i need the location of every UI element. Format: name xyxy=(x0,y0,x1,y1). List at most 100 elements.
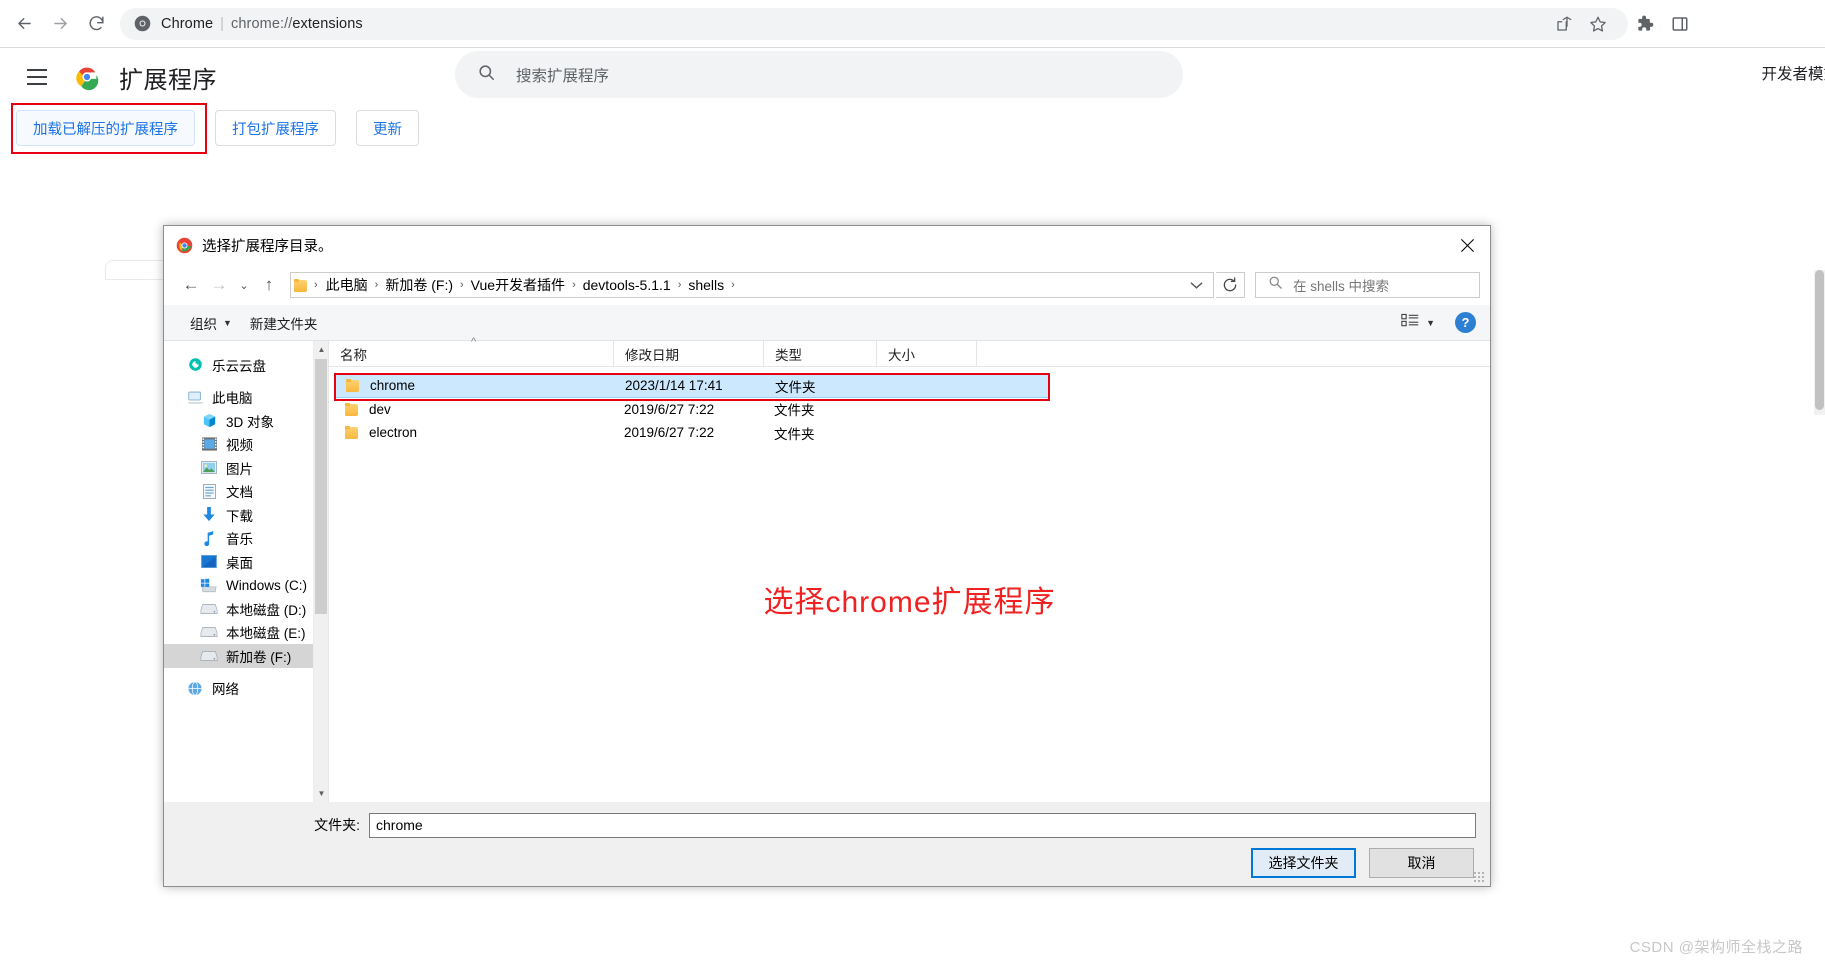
share-icon[interactable] xyxy=(1548,8,1580,40)
select-folder-button[interactable]: 选择文件夹 xyxy=(1251,848,1356,878)
extensions-action-buttons: 加载已解压的扩展程序 打包扩展程序 更新 xyxy=(16,110,419,146)
desktop-icon xyxy=(200,553,218,570)
omnibox-trailing-icons xyxy=(1548,8,1614,40)
navigation-pane-scrollbar[interactable]: ▲ ▼ xyxy=(313,341,328,802)
omnibox-text: Chrome | chrome://extensions xyxy=(161,16,363,32)
dialog-back-icon[interactable]: ← xyxy=(178,272,204,298)
search-icon xyxy=(1268,275,1283,295)
browser-nav-buttons xyxy=(6,6,114,42)
breadcrumb-item-4[interactable]: shells xyxy=(684,277,728,293)
breadcrumb-sep-1: › xyxy=(457,279,467,291)
change-view-button[interactable]: ▼ xyxy=(1395,310,1441,336)
organize-button[interactable]: 组织 ▼ xyxy=(181,309,241,337)
scroll-down-icon[interactable]: ▼ xyxy=(314,785,329,802)
column-header-type[interactable]: 类型 xyxy=(764,341,877,367)
omnibox[interactable]: Chrome | chrome://extensions xyxy=(120,8,1628,40)
chrome-logo-icon xyxy=(72,62,102,92)
tree-item-network[interactable]: 网络 xyxy=(164,677,328,701)
close-icon[interactable] xyxy=(1444,226,1490,265)
video-icon xyxy=(200,436,218,453)
tree-item-downloads[interactable]: 下载 xyxy=(164,503,328,527)
dialog-recent-locations-icon[interactable]: ⌄ xyxy=(234,272,254,298)
tree-item-local-disk-d[interactable]: 本地磁盘 (D:) xyxy=(164,597,328,621)
table-row[interactable]: dev 2019/6/27 7:22 文件夹 xyxy=(334,398,1050,422)
pack-extension-button[interactable]: 打包扩展程序 xyxy=(215,110,336,146)
windows-drive-icon xyxy=(200,577,218,594)
dialog-search-input[interactable]: 在 shells 中搜索 xyxy=(1255,272,1480,298)
drive-icon xyxy=(200,647,218,664)
tree-item-3d-objects[interactable]: 3D 对象 xyxy=(164,409,328,433)
tree-item-this-pc[interactable]: 此电脑 xyxy=(164,386,328,410)
column-header-size[interactable]: 大小 xyxy=(877,341,977,367)
back-icon[interactable] xyxy=(6,6,42,42)
file-modified: 2023/1/14 17:41 xyxy=(614,378,764,393)
screen: Chrome | chrome://extensions xyxy=(0,0,1825,969)
navigation-pane: 乐云云盘 此电脑 3D 对象 xyxy=(164,341,329,802)
load-unpacked-button[interactable]: 加载已解压的扩展程序 xyxy=(16,110,195,146)
scroll-up-icon[interactable]: ▲ xyxy=(314,341,329,358)
tree-item-label: 3D 对象 xyxy=(226,411,274,431)
scrollbar-thumb[interactable] xyxy=(315,359,327,614)
document-icon xyxy=(200,483,218,500)
file-type: 文件夹 xyxy=(764,376,877,396)
star-icon[interactable] xyxy=(1582,8,1614,40)
tree-spacer xyxy=(164,377,328,386)
breadcrumb-item-0[interactable]: 此电脑 xyxy=(322,275,372,295)
refresh-icon[interactable] xyxy=(1216,272,1245,298)
download-icon xyxy=(200,506,218,523)
breadcrumb-item-1[interactable]: 新加卷 (F:) xyxy=(381,275,457,295)
page-scrollbar[interactable] xyxy=(1814,270,1825,415)
tree-item-cloud-disk[interactable]: 乐云云盘 xyxy=(164,353,328,377)
file-modified: 2019/6/27 7:22 xyxy=(613,425,763,440)
help-button[interactable]: ? xyxy=(1455,312,1476,333)
column-header-name[interactable]: 名称 xyxy=(329,341,614,367)
folder-name-input[interactable]: chrome xyxy=(369,813,1476,838)
column-header-modified[interactable]: 修改日期 xyxy=(614,341,764,367)
file-modified: 2019/6/27 7:22 xyxy=(613,402,763,417)
menu-hamburger-icon[interactable] xyxy=(22,62,52,92)
sidepanel-icon[interactable] xyxy=(1664,8,1696,40)
computer-icon xyxy=(186,389,204,406)
tree-item-videos[interactable]: 视频 xyxy=(164,433,328,457)
table-row[interactable]: chrome 2023/1/14 17:41 文件夹 xyxy=(334,374,1050,398)
file-name: dev xyxy=(369,402,391,417)
resize-grip[interactable] xyxy=(1474,872,1486,884)
tree-item-desktop[interactable]: 桌面 xyxy=(164,550,328,574)
omnibox-separator: | xyxy=(220,16,224,32)
3d-object-icon xyxy=(200,412,218,429)
breadcrumb-item-2[interactable]: Vue开发者插件 xyxy=(467,275,569,295)
breadcrumb-separator: › xyxy=(311,279,321,291)
chrome-icon-small xyxy=(176,237,193,254)
breadcrumb-item-3[interactable]: devtools-5.1.1 xyxy=(579,277,675,293)
reload-icon[interactable] xyxy=(78,6,114,42)
dialog-command-bar-right: ▼ ? xyxy=(1395,310,1490,336)
file-list-rows: chrome 2023/1/14 17:41 文件夹 dev 2019/6/27… xyxy=(329,367,1490,802)
address-bar[interactable]: › 此电脑 › 新加卷 (F:) › Vue开发者插件 › devtools-5… xyxy=(290,272,1214,298)
chevron-down-icon[interactable] xyxy=(1179,281,1213,290)
chrome-icon xyxy=(134,15,151,32)
breadcrumb-sep-0: › xyxy=(372,279,382,291)
tree-item-pictures[interactable]: 图片 xyxy=(164,456,328,480)
drive-icon xyxy=(200,624,218,641)
tree-item-local-disk-e[interactable]: 本地磁盘 (E:) xyxy=(164,621,328,645)
tree-item-music[interactable]: 音乐 xyxy=(164,527,328,551)
browser-toolbar-right xyxy=(1628,8,1696,40)
dialog-titlebar: 选择扩展程序目录。 xyxy=(164,226,1490,265)
tree-item-documents[interactable]: 文档 xyxy=(164,480,328,504)
file-name-cell: dev xyxy=(334,402,613,417)
tree-item-new-volume-f[interactable]: 新加卷 (F:) xyxy=(164,644,328,668)
extensions-puzzle-icon[interactable] xyxy=(1628,8,1660,40)
picture-icon xyxy=(200,459,218,476)
search-extensions-input[interactable]: 搜索扩展程序 xyxy=(455,51,1183,98)
tree-item-windows-c[interactable]: Windows (C:) xyxy=(164,574,328,598)
update-button[interactable]: 更新 xyxy=(356,110,419,146)
forward-icon[interactable] xyxy=(42,6,78,42)
cancel-button[interactable]: 取消 xyxy=(1369,848,1474,878)
folder-icon xyxy=(346,379,361,392)
new-folder-button[interactable]: 新建文件夹 xyxy=(241,309,327,337)
table-row[interactable]: electron 2019/6/27 7:22 文件夹 xyxy=(334,421,1050,445)
tree-item-label: 桌面 xyxy=(226,552,253,572)
tree-item-label: 此电脑 xyxy=(212,387,253,407)
dialog-search-placeholder: 在 shells 中搜索 xyxy=(1293,275,1389,295)
dialog-up-icon[interactable]: ↑ xyxy=(256,272,282,298)
